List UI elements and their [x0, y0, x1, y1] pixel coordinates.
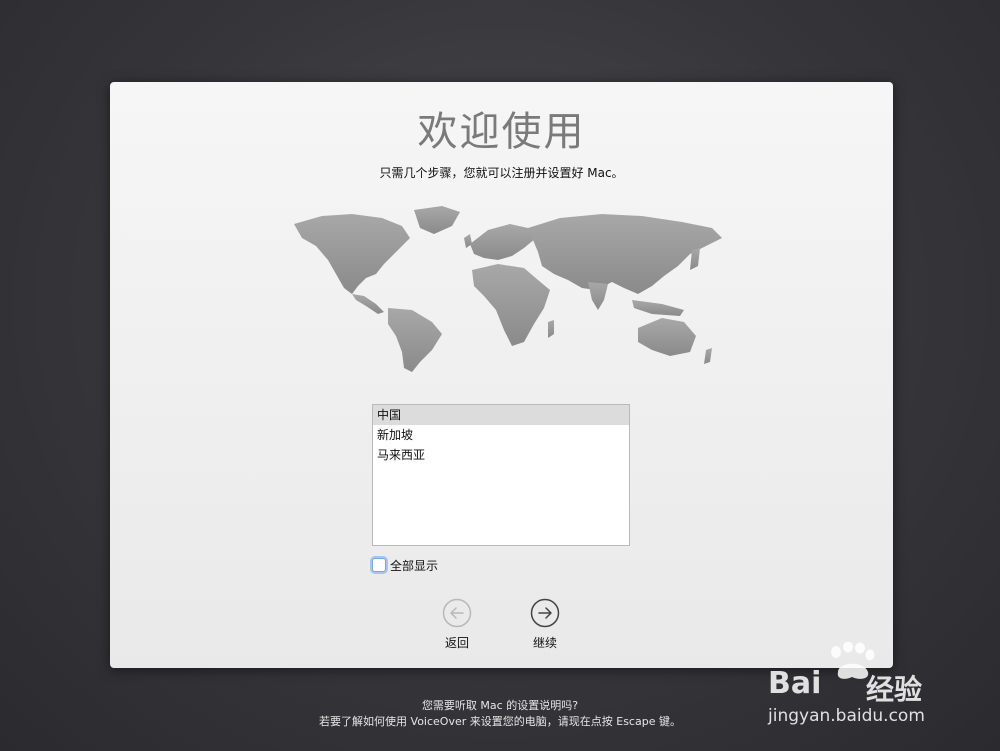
page-title: 欢迎使用: [417, 109, 586, 155]
show-all-row[interactable]: 全部显示: [372, 556, 438, 574]
watermark-url: jingyan.baidu.com: [768, 706, 925, 726]
setup-assistant-panel: 欢迎使用 只需几个步骤，您就可以注册并设置好 Mac。 中国 新加坡 马来西亚 …: [110, 82, 893, 668]
list-item-malaysia[interactable]: 马来西亚: [373, 445, 629, 465]
back-button[interactable]: 返回: [427, 598, 487, 651]
baidu-jingyan-watermark: Bai 经验 jingyan.baidu.com: [760, 640, 960, 730]
list-item-china[interactable]: 中国: [373, 405, 629, 425]
continue-button-label: 继续: [532, 636, 557, 650]
page-subtitle: 只需几个步骤，您就可以注册并设置好 Mac。: [379, 166, 624, 180]
show-all-label[interactable]: 全部显示: [390, 557, 438, 574]
back-button-label: 返回: [444, 636, 469, 650]
forward-arrow-icon: [530, 598, 560, 628]
watermark-brand-suffix: 经验: [866, 673, 923, 706]
show-all-checkbox[interactable]: [372, 558, 386, 572]
continue-button[interactable]: 继续: [515, 598, 575, 651]
country-list[interactable]: 中国 新加坡 马来西亚: [372, 404, 630, 546]
world-map-image: [294, 206, 722, 372]
back-arrow-icon: [442, 598, 472, 628]
list-item-singapore[interactable]: 新加坡: [373, 425, 629, 445]
watermark-brand: Bai: [768, 666, 822, 701]
